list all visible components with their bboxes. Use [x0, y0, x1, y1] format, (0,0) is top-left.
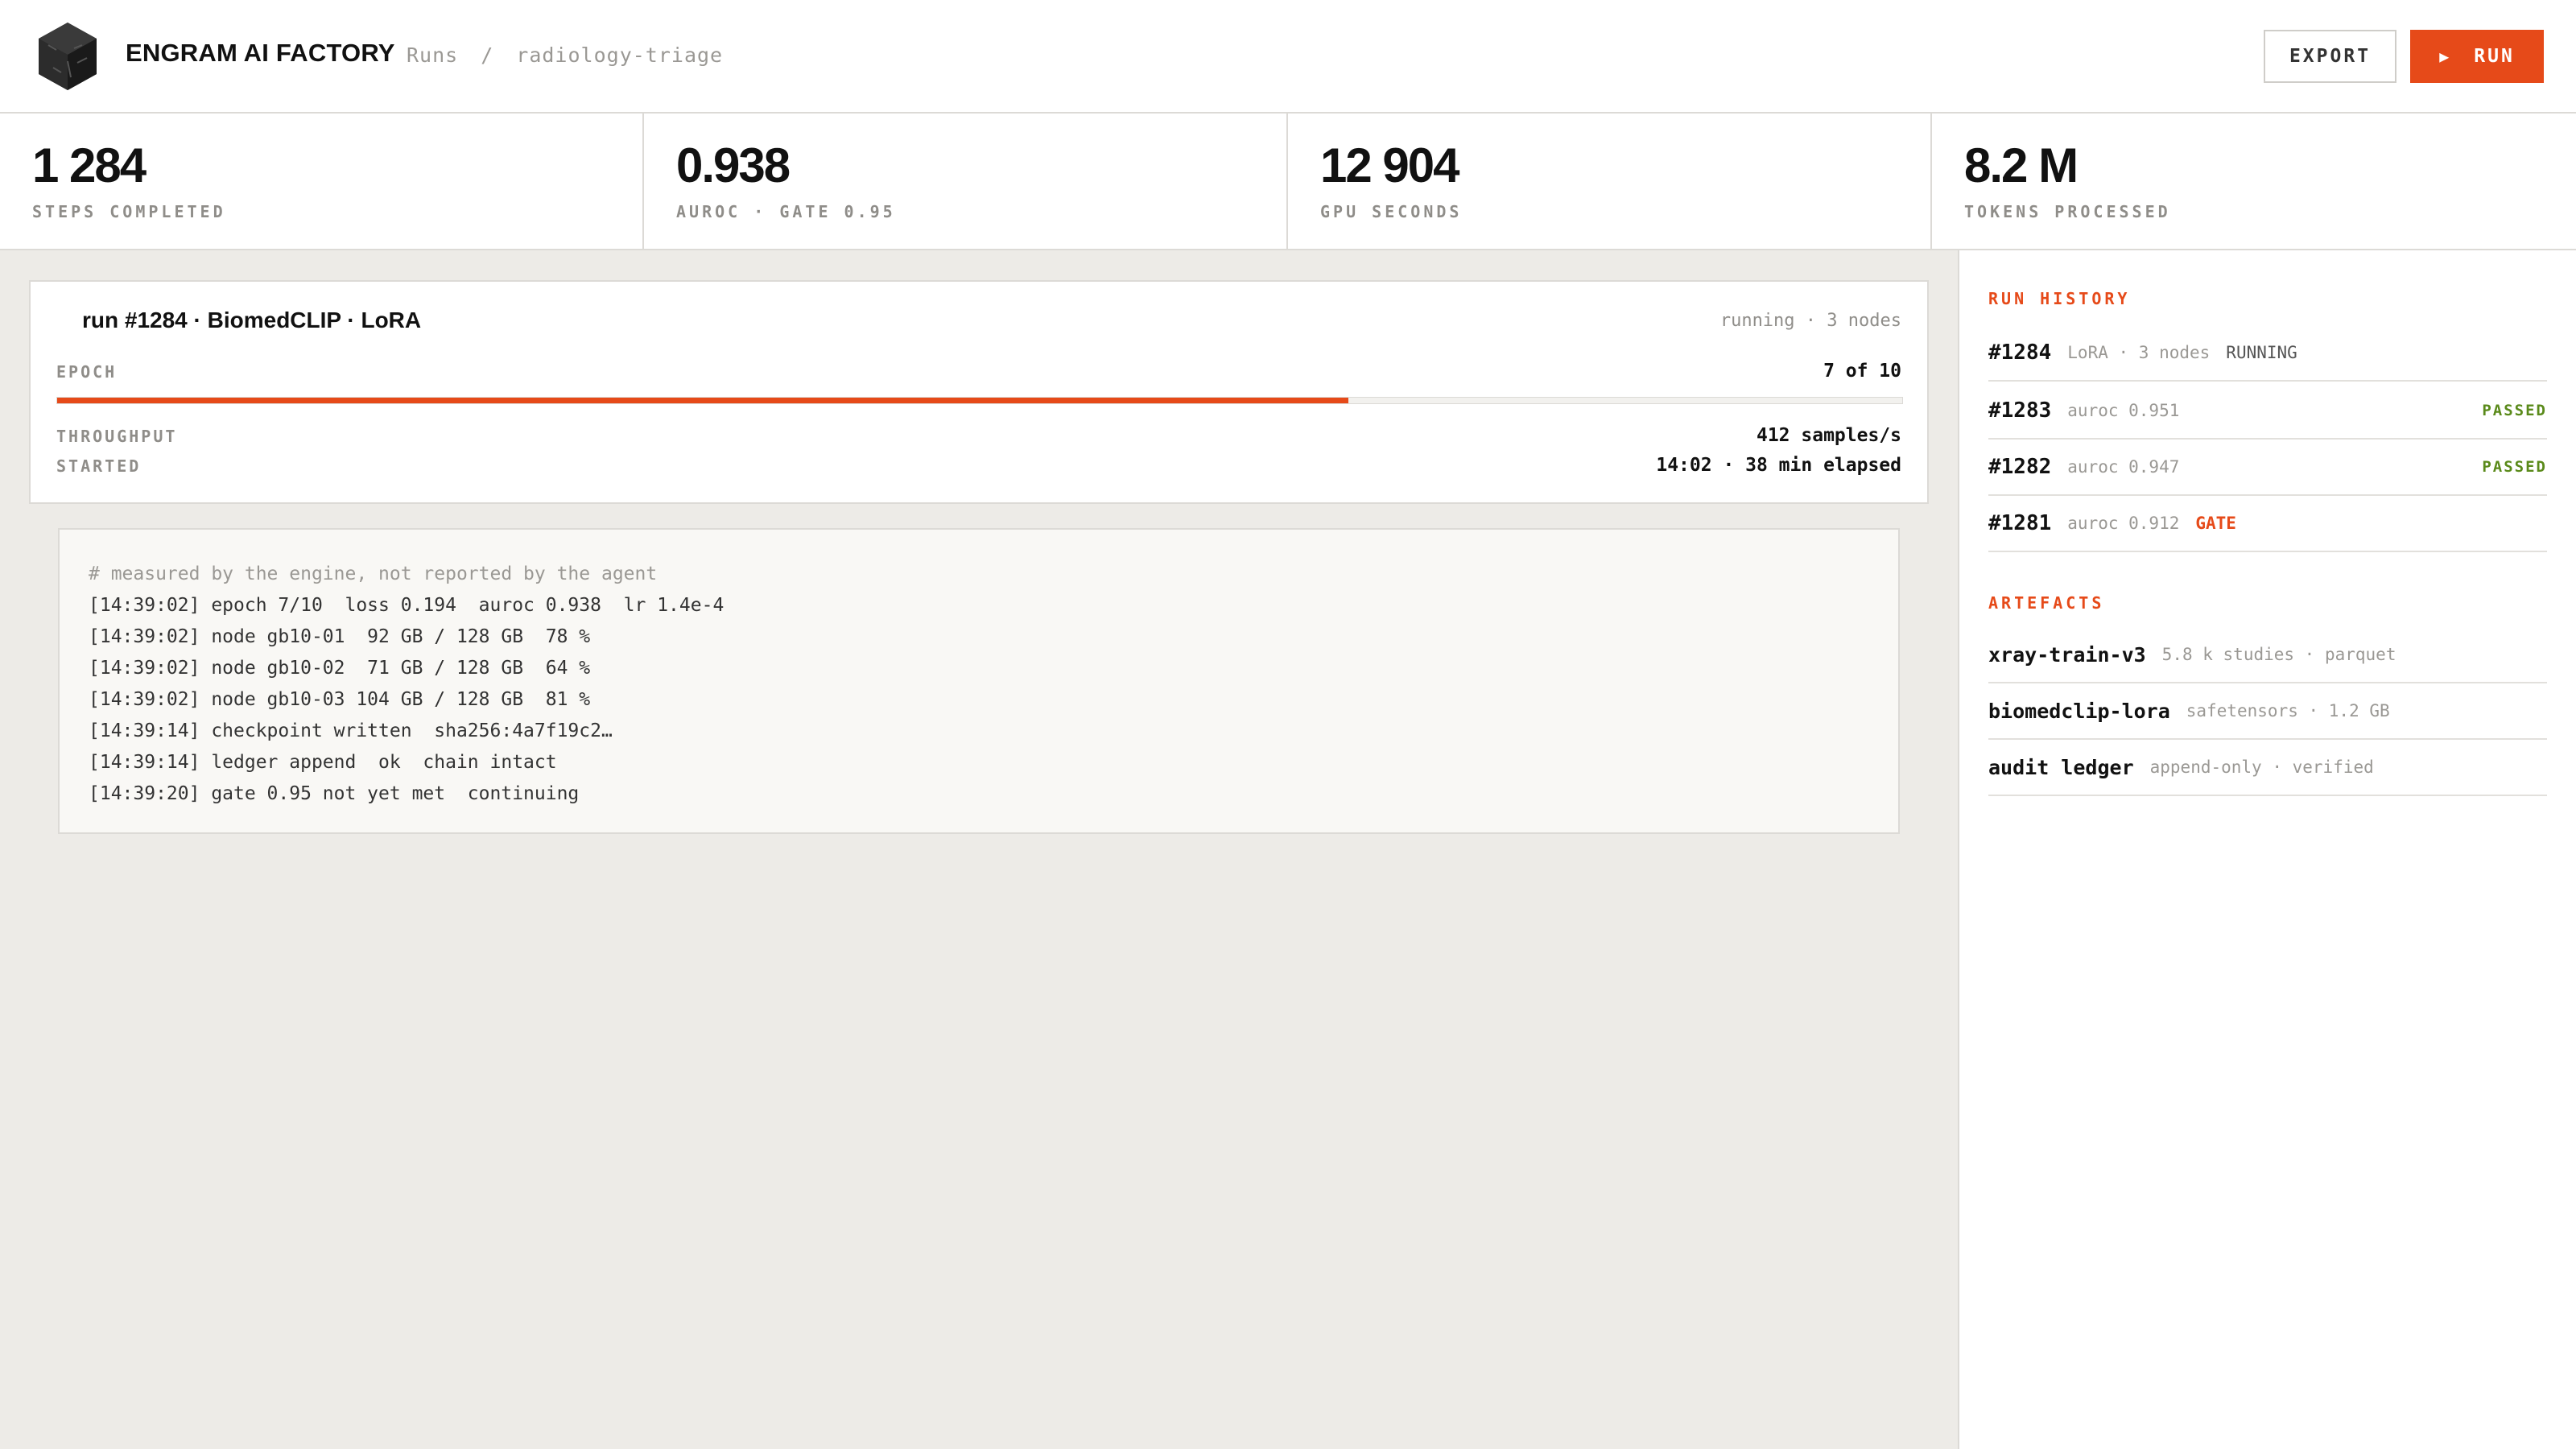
epoch-value: 7 of 10: [1823, 361, 1901, 382]
history-run-id: #1284: [1988, 341, 2052, 365]
stat-steps: 1 284 STEPS COMPLETED: [0, 114, 644, 249]
history-row-1281[interactable]: #1281 auroc 0.912 GATE: [1988, 496, 2547, 552]
app-title: ENGRAM AI FACTORY: [126, 39, 395, 67]
artefact-name: audit ledger: [1988, 755, 2134, 779]
stat-tokens: 8.2 M TOKENS PROCESSED: [1932, 114, 2576, 249]
history-row-1282[interactable]: #1282 auroc 0.947 PASSED: [1988, 440, 2547, 496]
status-badge-passed: PASSED: [2482, 458, 2547, 476]
artefact-meta: 5.8 k studies · parquet: [2161, 645, 2396, 664]
history-run-meta: auroc 0.947: [2067, 457, 2180, 477]
run-title: run #1284 · BiomedCLIP · LoRA: [82, 308, 422, 332]
epoch-progress-bar: [56, 397, 1903, 404]
history-run-id: #1282: [1988, 455, 2052, 479]
history-run-state: RUNNING: [2226, 343, 2297, 362]
stat-label: STEPS COMPLETED: [32, 202, 226, 221]
run-label: RUN: [2474, 46, 2515, 67]
stat-label: AUROC · GATE 0.95: [676, 202, 896, 221]
artefacts-heading: ARTEFACTS: [1988, 593, 2105, 613]
log-line: [14:39:02] epoch 7/10 loss 0.194 auroc 0…: [89, 595, 724, 616]
stat-label: TOKENS PROCESSED: [1964, 202, 2171, 221]
history-run-state-gate: GATE: [2195, 514, 2236, 533]
engine-log[interactable]: # measured by the engine, not reported b…: [58, 528, 1900, 834]
stats-strip: 1 284 STEPS COMPLETED 0.938 AUROC · GATE…: [0, 114, 2576, 250]
log-line: [14:39:02] node gb10-01 92 GB / 128 GB 7…: [89, 626, 591, 647]
artefact-row-dataset[interactable]: xray-train-v3 5.8 k studies · parquet: [1988, 627, 2547, 683]
log-line: [14:39:14] ledger append ok chain intact: [89, 752, 557, 773]
history-run-meta: auroc 0.951: [2067, 401, 2180, 420]
artefact-meta: safetensors · 1.2 GB: [2186, 701, 2390, 720]
artefact-row-weights[interactable]: biomedclip-lora safetensors · 1.2 GB: [1988, 683, 2547, 740]
stat-value: 8.2 M: [1964, 138, 2079, 192]
epoch-progress-fill: [57, 398, 1349, 403]
breadcrumb: Runs / radiology-triage: [407, 43, 723, 67]
history-run-id: #1281: [1988, 511, 2052, 535]
history-run-id: #1283: [1988, 398, 2052, 423]
artefact-meta: append-only · verified: [2149, 758, 2374, 777]
stat-value: 12 904: [1320, 138, 1460, 192]
breadcrumb-project[interactable]: radiology-triage: [516, 43, 723, 67]
stat-label: GPU SECONDS: [1320, 202, 1463, 221]
artefact-name: xray-train-v3: [1988, 642, 2146, 667]
history-run-meta: LoRA · 3 nodes: [2067, 343, 2211, 362]
top-bar: ENGRAM AI FACTORY Runs / radiology-triage …: [0, 0, 2576, 114]
throughput-value: 412 samples/s: [1756, 425, 1901, 446]
started-value: 14:02 · 38 min elapsed: [1656, 455, 1901, 476]
history-row-1283[interactable]: #1283 auroc 0.951 PASSED: [1988, 383, 2547, 440]
export-label: EXPORT: [2289, 46, 2372, 67]
stat-auroc: 0.938 AUROC · GATE 0.95: [644, 114, 1288, 249]
throughput-label: THROUGHPUT: [56, 427, 178, 446]
history-row-1284[interactable]: #1284 LoRA · 3 nodes RUNNING: [1988, 325, 2547, 382]
run-card[interactable]: run #1284 · BiomedCLIP · LoRA running · …: [29, 280, 1929, 504]
artefact-row-ledger[interactable]: audit ledger append-only · verified: [1988, 740, 2547, 796]
breadcrumb-runs[interactable]: Runs: [407, 43, 458, 67]
sidebar: RUN HISTORY #1284 LoRA · 3 nodes RUNNING…: [1958, 250, 2576, 1449]
status-badge-passed: PASSED: [2482, 402, 2547, 419]
epoch-label: EPOCH: [56, 362, 118, 382]
stat-gpu-seconds: 12 904 GPU SECONDS: [1288, 114, 1932, 249]
history-run-meta: auroc 0.912: [2067, 514, 2180, 533]
run-status: running · 3 nodes: [1719, 311, 1901, 331]
started-label: STARTED: [56, 456, 142, 476]
log-line: [14:39:02] node gb10-03 104 GB / 128 GB …: [89, 689, 591, 710]
artefact-name: biomedclip-lora: [1988, 699, 2170, 723]
log-line: [14:39:02] node gb10-02 71 GB / 128 GB 6…: [89, 658, 591, 679]
log-line: [14:39:20] gate 0.95 not yet met continu…: [89, 783, 580, 804]
play-icon: ▶: [2439, 47, 2452, 66]
breadcrumb-separator: /: [481, 43, 494, 67]
run-button[interactable]: ▶ RUN: [2410, 30, 2544, 83]
log-line: [14:39:14] checkpoint written sha256:4a7…: [89, 720, 613, 741]
export-button[interactable]: EXPORT: [2264, 30, 2396, 83]
run-history-heading: RUN HISTORY: [1988, 289, 2131, 308]
stat-value: 0.938: [676, 138, 791, 192]
stat-value: 1 284: [32, 138, 147, 192]
cube-logo-icon[interactable]: [37, 21, 98, 92]
log-comment: # measured by the engine, not reported b…: [89, 564, 658, 584]
